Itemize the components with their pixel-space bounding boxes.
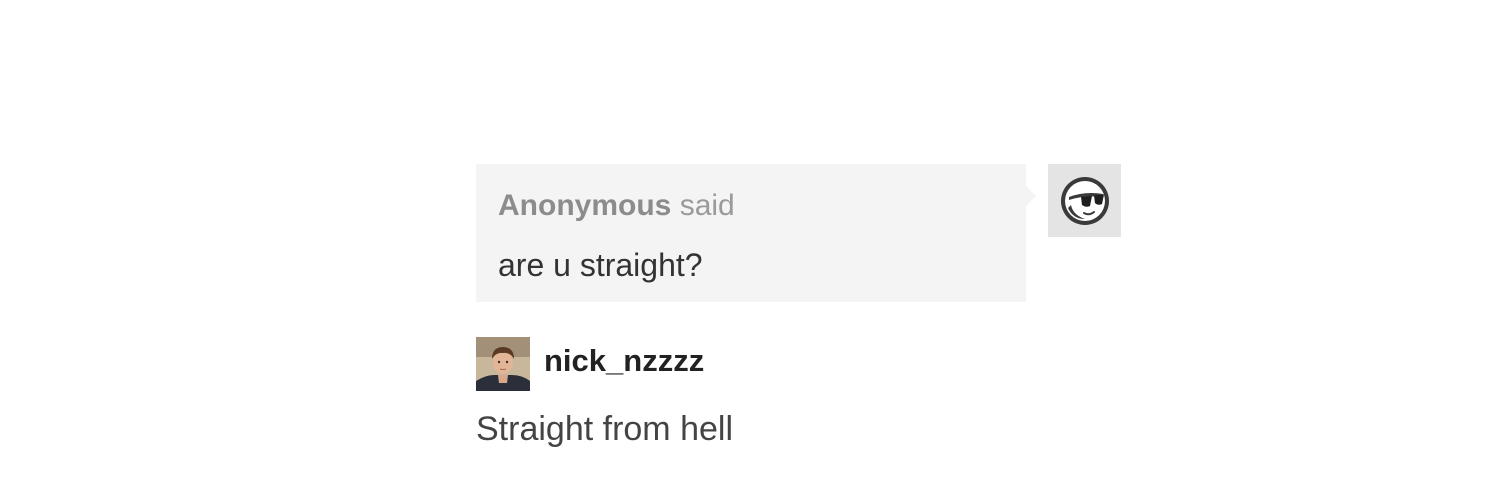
asker-name[interactable]: Anonymous	[498, 189, 671, 222]
ask-question: are u straight?	[498, 247, 703, 283]
anonymous-avatar	[1048, 164, 1121, 237]
answer-text: Straight from hell	[476, 410, 733, 448]
ask-post: Anonymous said are u straight? nick_nzzz…	[0, 0, 1500, 500]
said-label: said	[679, 189, 735, 222]
sunglasses-face-icon	[1060, 176, 1109, 225]
ask-header: Anonymous said	[498, 188, 735, 224]
answerer-username[interactable]: nick_nzzzz	[544, 342, 704, 380]
answerer-avatar[interactable]	[476, 337, 530, 391]
ask-bubble: Anonymous said are u straight?	[476, 164, 1036, 302]
user-photo-avatar	[476, 337, 530, 391]
